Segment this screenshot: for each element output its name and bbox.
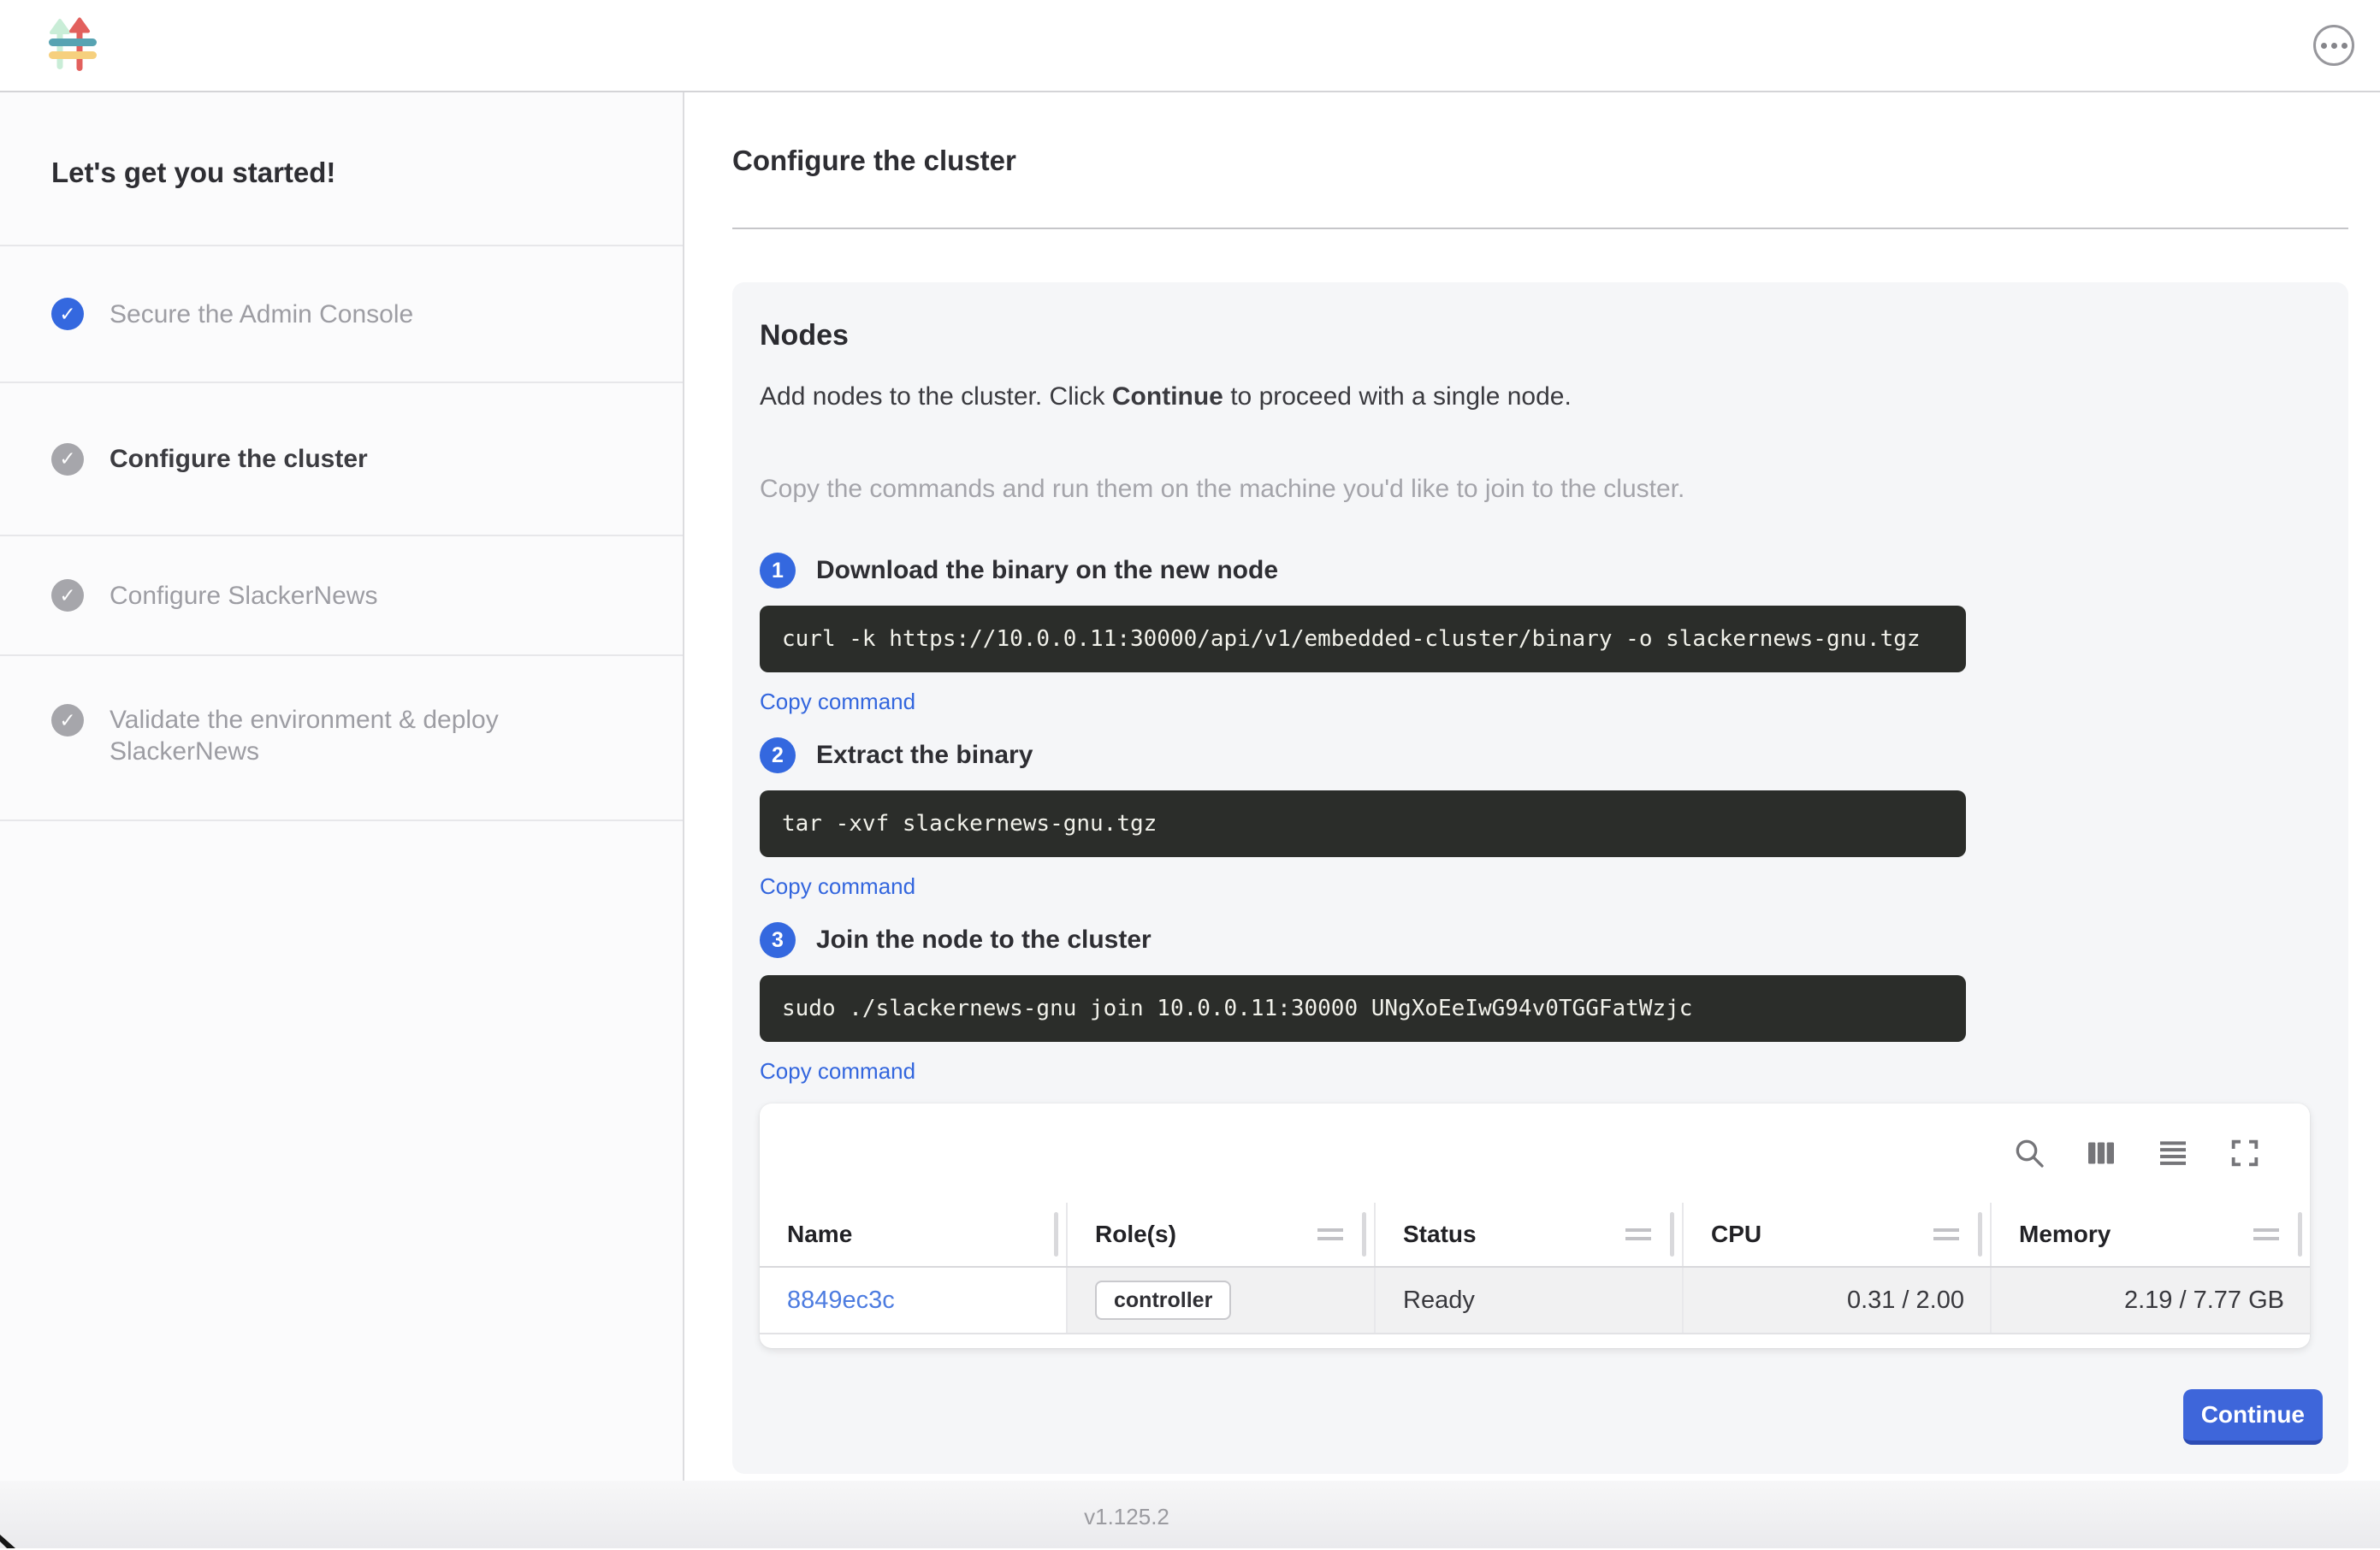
ellipsis-icon xyxy=(2342,43,2347,49)
more-menu-button[interactable] xyxy=(2313,25,2354,66)
column-header-status[interactable]: Status xyxy=(1376,1203,1684,1266)
command-code-block: curl -k https://10.0.0.11:30000/api/v1/e… xyxy=(760,606,1966,672)
nodes-intro-text: Add nodes to the cluster. Click Continue… xyxy=(760,380,2323,414)
search-icon xyxy=(2012,1136,2046,1170)
check-icon: ✓ xyxy=(51,704,84,737)
intro-suffix: to proceed with a single node. xyxy=(1223,382,1572,411)
copy-command-link[interactable]: Copy command xyxy=(760,1057,915,1085)
main-content: Configure the cluster Nodes Add nodes to… xyxy=(684,92,2380,1481)
column-label: Status xyxy=(1403,1221,1477,1248)
cursor-artifact xyxy=(0,1535,15,1548)
search-button[interactable] xyxy=(2012,1136,2046,1170)
step-1-header: 1 Download the binary on the new node xyxy=(760,553,2323,589)
column-label: Name xyxy=(787,1221,852,1248)
toggle-density-button[interactable] xyxy=(2156,1136,2190,1170)
column-resizer-handle[interactable] xyxy=(1670,1212,1674,1257)
title-divider xyxy=(732,228,2348,229)
check-icon: ✓ xyxy=(51,298,84,330)
node-roles-cell: controller xyxy=(1068,1268,1376,1333)
ellipsis-icon xyxy=(2321,43,2327,49)
table-row: 8849ec3c controller Ready 0.31 / 2.00 2.… xyxy=(760,1268,2310,1334)
copy-commands-note: Copy the commands and run them on the ma… xyxy=(760,472,2323,506)
page-title: Configure the cluster xyxy=(732,144,2348,178)
step-number-badge: 3 xyxy=(760,922,796,958)
fullscreen-button[interactable] xyxy=(2228,1136,2262,1170)
nodes-table-panel: Name Role(s) Status CPU xyxy=(760,1103,2310,1348)
role-chip: controller xyxy=(1095,1281,1231,1320)
column-label: CPU xyxy=(1711,1221,1761,1248)
step-title: Join the node to the cluster xyxy=(816,926,1152,955)
top-bar xyxy=(0,0,2380,92)
node-memory-cell: 2.19 / 7.77 GB xyxy=(1992,1268,2310,1333)
sidebar-item-label: Secure the Admin Console xyxy=(110,299,413,330)
sidebar-item-label: Validate the environment & deploy Slacke… xyxy=(110,704,606,767)
nodes-card: Nodes Add nodes to the cluster. Click Co… xyxy=(732,282,2348,1474)
nodes-heading: Nodes xyxy=(760,317,2323,354)
sidebar-item-label: Configure the cluster xyxy=(110,443,368,475)
intro-prefix: Add nodes to the cluster. Click xyxy=(760,382,1112,411)
view-columns-icon xyxy=(2084,1136,2118,1170)
sidebar-title: Let's get you started! xyxy=(0,92,683,246)
column-header-cpu[interactable]: CPU xyxy=(1684,1203,1992,1266)
slackernews-logo-icon xyxy=(49,17,97,74)
column-header-name[interactable]: Name xyxy=(760,1203,1068,1266)
sidebar-item-secure-admin-console[interactable]: ✓ Secure the Admin Console xyxy=(0,246,683,383)
node-name-link[interactable]: 8849ec3c xyxy=(787,1287,895,1315)
app-version-label: v1.125.2 xyxy=(0,1504,2253,1530)
continue-button-row: Continue xyxy=(760,1389,2323,1445)
step-3-header: 3 Join the node to the cluster xyxy=(760,922,2323,958)
sidebar-item-label: Configure SlackerNews xyxy=(110,580,377,612)
drag-handle-icon[interactable] xyxy=(1625,1228,1651,1240)
drag-handle-icon[interactable] xyxy=(1317,1228,1343,1240)
command-code-block: tar -xvf slackernews-gnu.tgz xyxy=(760,790,1966,857)
show-hide-columns-button[interactable] xyxy=(2084,1136,2118,1170)
ellipsis-icon xyxy=(2331,43,2337,49)
command-code-block: sudo ./slackernews-gnu join 10.0.0.11:30… xyxy=(760,975,1966,1042)
column-label: Role(s) xyxy=(1095,1221,1176,1248)
drag-handle-icon[interactable] xyxy=(1933,1228,1959,1240)
node-status-cell: Ready xyxy=(1376,1268,1684,1333)
sidebar-item-validate-deploy[interactable]: ✓ Validate the environment & deploy Slac… xyxy=(0,656,683,821)
setup-steps-sidebar: Let's get you started! ✓ Secure the Admi… xyxy=(0,92,684,1481)
sidebar-item-configure-cluster[interactable]: ✓ Configure the cluster xyxy=(0,383,683,536)
step-number-badge: 2 xyxy=(760,737,796,773)
intro-continue-emphasis: Continue xyxy=(1112,382,1223,411)
check-icon: ✓ xyxy=(51,443,84,476)
fullscreen-icon xyxy=(2228,1136,2262,1170)
node-name-cell: 8849ec3c xyxy=(760,1268,1068,1333)
check-icon: ✓ xyxy=(51,579,84,612)
step-number-badge: 1 xyxy=(760,553,796,589)
column-resizer-handle[interactable] xyxy=(2298,1212,2302,1257)
step-title: Download the binary on the new node xyxy=(816,556,1278,585)
column-resizer-handle[interactable] xyxy=(1362,1212,1366,1257)
step-2-header: 2 Extract the binary xyxy=(760,737,2323,773)
density-icon xyxy=(2156,1136,2190,1170)
table-toolbar xyxy=(760,1103,2310,1203)
step-title: Extract the binary xyxy=(816,741,1033,770)
column-label: Memory xyxy=(2019,1221,2111,1248)
copy-command-link[interactable]: Copy command xyxy=(760,873,915,900)
column-header-memory[interactable]: Memory xyxy=(1992,1203,2310,1266)
content-shell: Let's get you started! ✓ Secure the Admi… xyxy=(0,92,2380,1481)
continue-button[interactable]: Continue xyxy=(2183,1389,2323,1445)
node-cpu-cell: 0.31 / 2.00 xyxy=(1684,1268,1992,1333)
table-header-row: Name Role(s) Status CPU xyxy=(760,1203,2310,1268)
copy-command-link[interactable]: Copy command xyxy=(760,688,915,715)
drag-handle-icon[interactable] xyxy=(2253,1228,2279,1240)
column-header-roles[interactable]: Role(s) xyxy=(1068,1203,1376,1266)
column-resizer-handle[interactable] xyxy=(1054,1212,1058,1257)
page-footer: v1.125.2 xyxy=(0,1481,2380,1548)
column-resizer-handle[interactable] xyxy=(1978,1212,1982,1257)
sidebar-item-configure-slackernews[interactable]: ✓ Configure SlackerNews xyxy=(0,536,683,656)
